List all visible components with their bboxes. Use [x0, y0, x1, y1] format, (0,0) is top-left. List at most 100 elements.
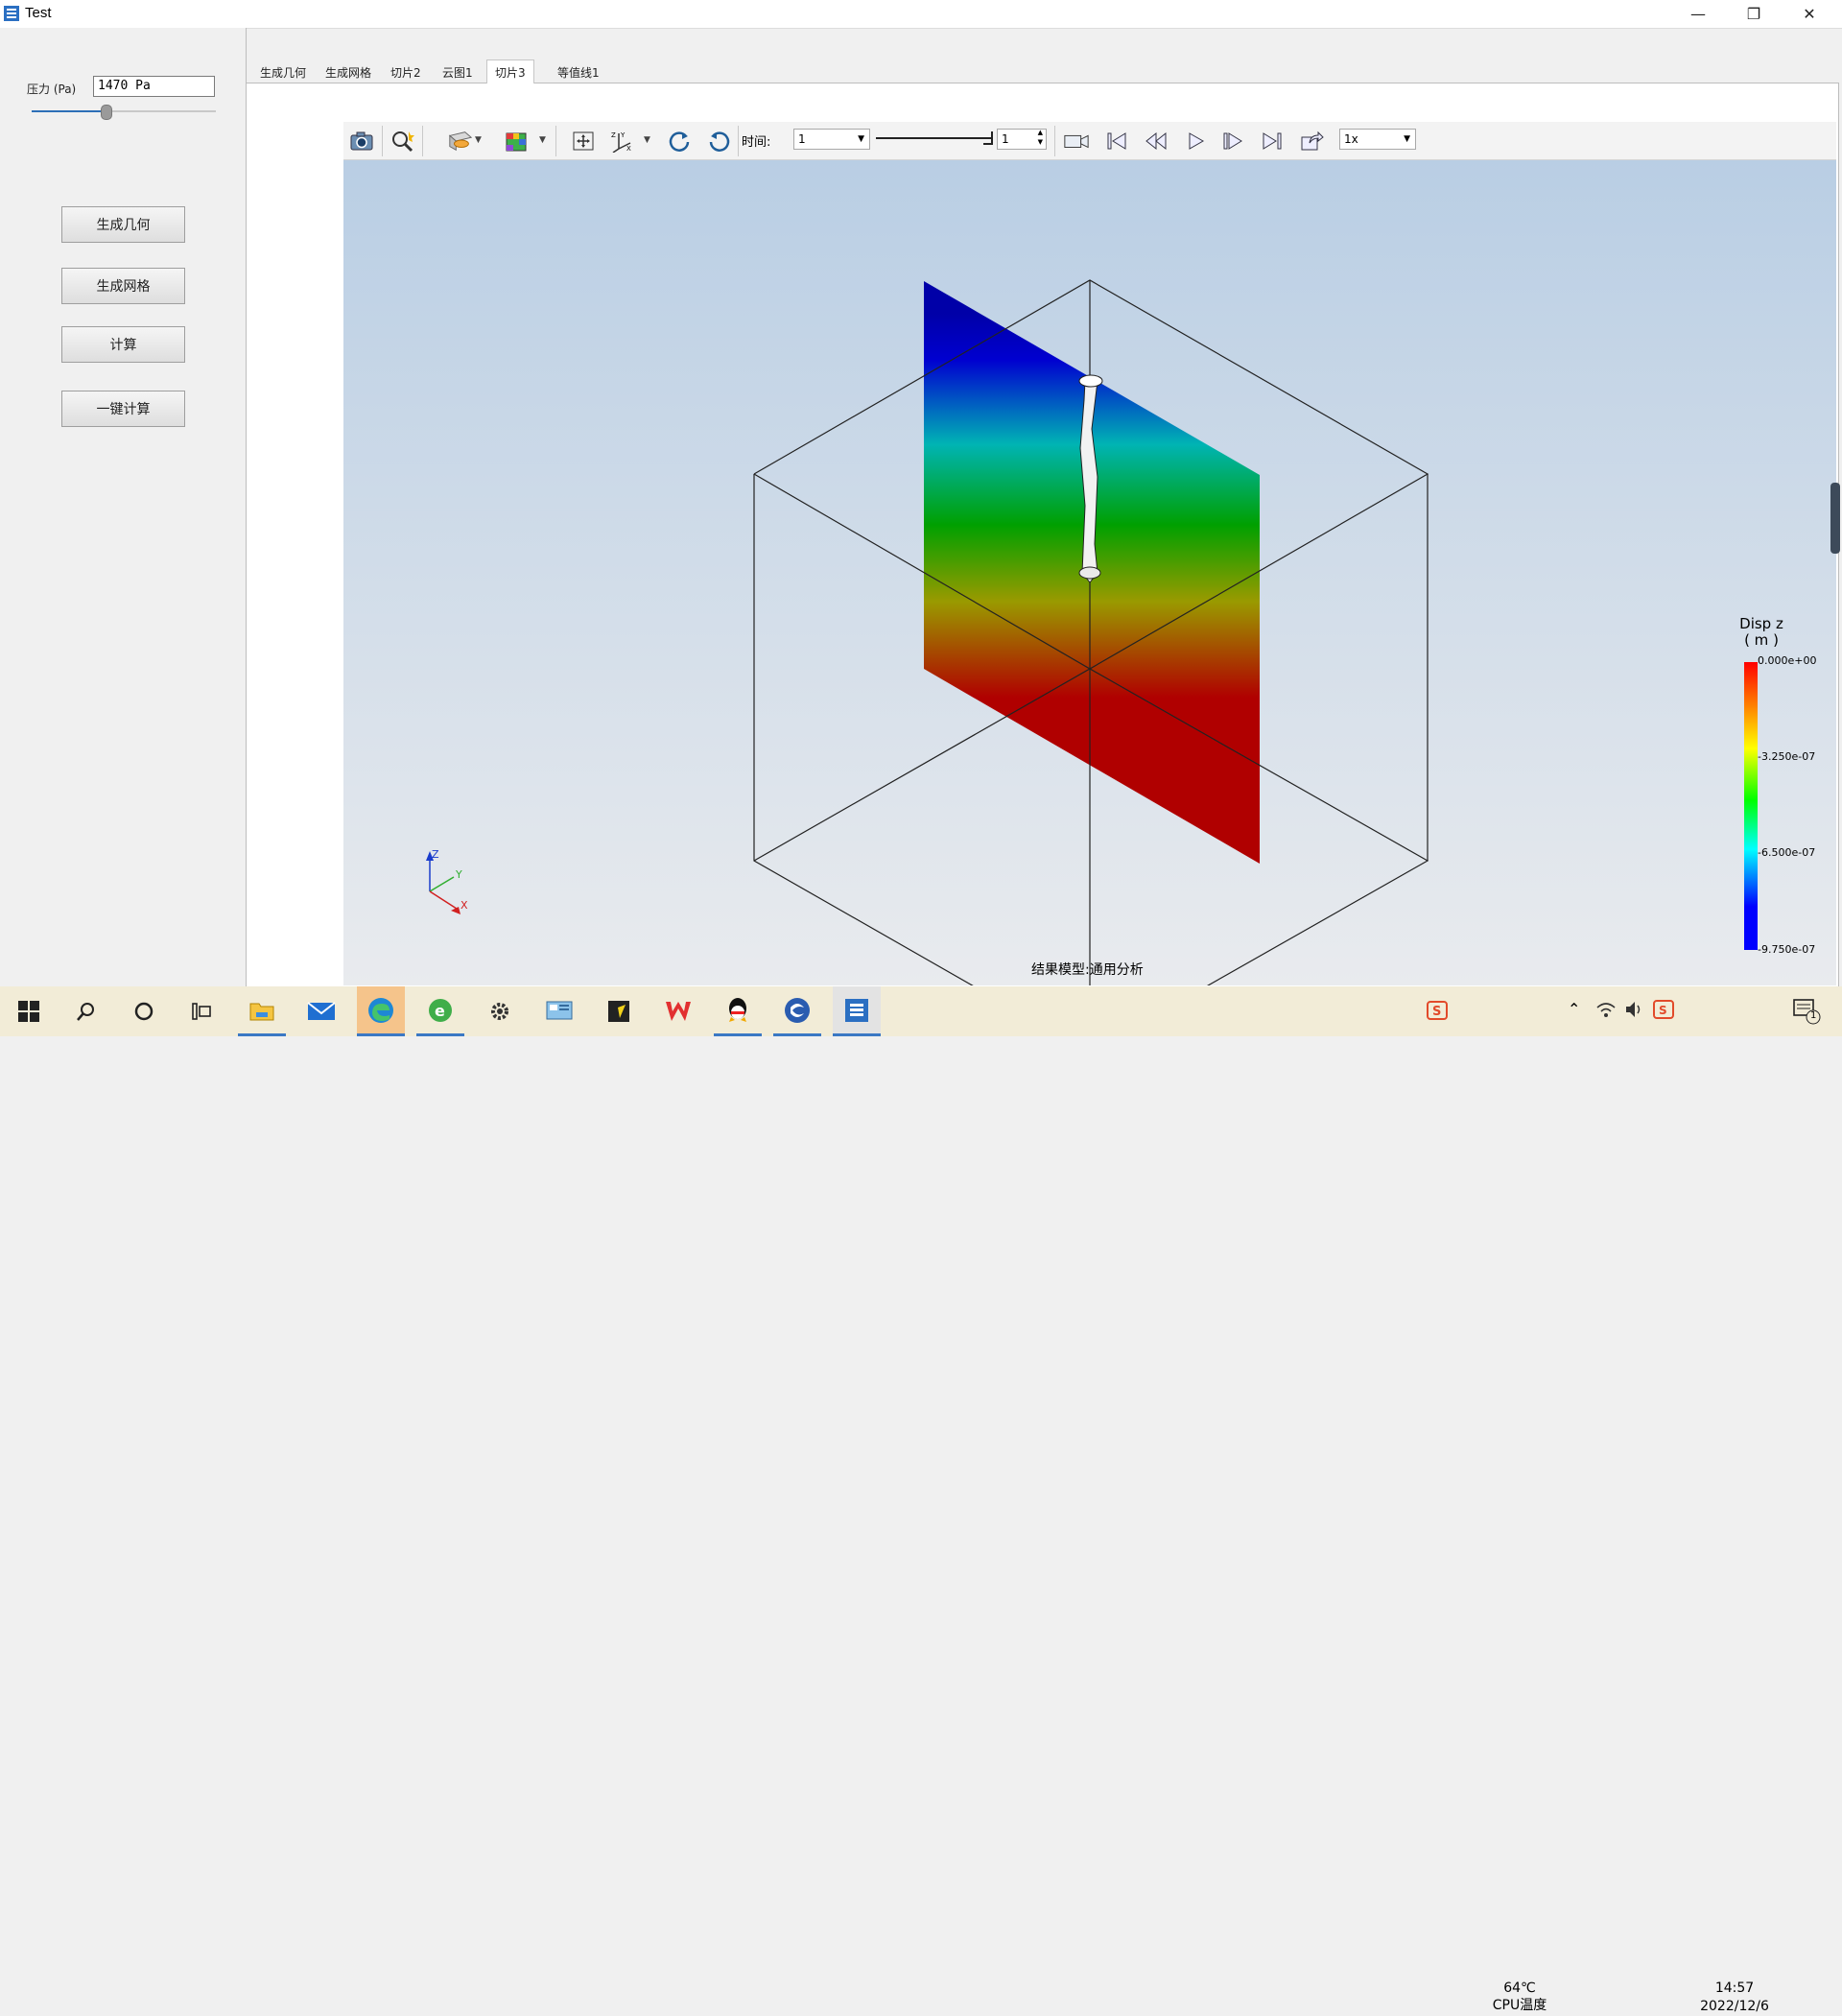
tab-bar: 生成几何 生成网格 切片2 云图1 切片3 等值线1	[247, 56, 1839, 83]
first-frame-icon[interactable]	[1103, 129, 1130, 154]
clock-date: 2022/12/6	[1700, 1999, 1769, 2014]
chevron-down-icon: ▼	[1404, 134, 1410, 144]
chevron-down-icon[interactable]: ▼	[475, 135, 482, 145]
control-panel-icon[interactable]	[535, 986, 583, 1036]
generate-mesh-button[interactable]: 生成网格	[61, 268, 185, 304]
cpu-temperature: 64℃ CPU温度	[1481, 1980, 1558, 2014]
export-icon[interactable]	[1298, 129, 1325, 154]
svg-text:S: S	[1659, 1004, 1667, 1017]
legend-tick: -6.500e-07	[1758, 846, 1816, 859]
time-slider-thumb[interactable]	[983, 131, 993, 145]
play-icon[interactable]	[1182, 129, 1209, 154]
toolbar-separator	[555, 126, 556, 156]
tab-slice-3[interactable]: 切片3	[486, 59, 534, 83]
time-label: 时间:	[742, 135, 771, 150]
screenshot-icon[interactable]	[348, 129, 375, 154]
3d-scene: Z Y X	[426, 279, 1429, 985]
toolbar-separator	[1054, 126, 1055, 156]
prev-frame-icon[interactable]	[1143, 129, 1169, 154]
pressure-input[interactable]: 1470 Pa	[93, 76, 215, 97]
speed-value: 1x	[1344, 132, 1358, 146]
rotate-cw-icon[interactable]	[666, 129, 693, 154]
model-label: 结果模型:通用分析	[1031, 962, 1144, 978]
test-app-taskbar-icon[interactable]	[833, 986, 881, 1036]
spin-arrows-icon[interactable]: ▲ ▼	[1038, 128, 1043, 147]
taskbar: e S 64℃ CPU温度 ⌃ S 14:57 2022/12/6 1	[0, 986, 1842, 2014]
scroll-handle[interactable]	[1830, 483, 1840, 554]
system-clock[interactable]: 14:57 2022/12/6	[1694, 1980, 1775, 2016]
axis-z-label: Z	[432, 848, 439, 861]
volume-icon[interactable]	[1623, 1000, 1644, 1023]
chevron-up-icon[interactable]: ⌃	[1568, 1000, 1580, 1018]
left-panel	[0, 28, 247, 985]
app-swirl-icon[interactable]	[773, 986, 821, 1036]
sogou-tray-icon[interactable]: S	[1653, 1000, 1674, 1023]
wps-office-icon[interactable]	[654, 986, 702, 1036]
close-button[interactable]: ✕	[1783, 0, 1836, 28]
zoom-icon[interactable]	[390, 129, 416, 154]
axis-y-label: Y	[455, 868, 462, 881]
legend-title: Disp z ( m )	[1735, 616, 1788, 649]
ie-browser-icon[interactable]: e	[416, 986, 464, 1036]
wifi-icon[interactable]	[1595, 1000, 1617, 1023]
step-spinbox[interactable]: 1 ▲ ▼	[997, 129, 1047, 150]
app-icon	[4, 6, 19, 21]
time-select[interactable]: 1 ▼	[793, 129, 870, 150]
svg-text:X: X	[626, 145, 631, 153]
chevron-down-icon[interactable]: ▼	[539, 135, 546, 145]
clock-time: 14:57	[1714, 1980, 1755, 1996]
minimize-button[interactable]: —	[1671, 0, 1725, 28]
tab-slice-2[interactable]: 切片2	[383, 61, 429, 83]
chevron-down-icon[interactable]: ▼	[644, 135, 650, 145]
generate-geometry-button[interactable]: 生成几何	[61, 206, 185, 243]
legend-tick: 0.000e+00	[1758, 654, 1817, 667]
3d-viewport[interactable]: Z Y X	[343, 160, 1836, 985]
qq-icon[interactable]	[714, 986, 762, 1036]
legend-title-line2: ( m )	[1744, 631, 1779, 649]
sogou-input-icon[interactable]: S	[1426, 1000, 1449, 1025]
tab-isoline-1[interactable]: 等值线1	[550, 61, 607, 83]
video-record-icon[interactable]	[1063, 129, 1090, 154]
axes-orientation-icon[interactable]: YX Z	[608, 129, 635, 154]
speed-select[interactable]: 1x ▼	[1339, 129, 1416, 150]
svg-text:e: e	[435, 1002, 445, 1020]
last-frame-icon[interactable]	[1259, 129, 1286, 154]
tab-generate-geometry[interactable]: 生成几何	[252, 61, 314, 83]
restore-button[interactable]: ❐	[1727, 0, 1781, 28]
next-frame-icon[interactable]	[1219, 129, 1246, 154]
notification-center-icon[interactable]: 1	[1792, 998, 1823, 1029]
settings-gear-icon[interactable]	[476, 986, 524, 1036]
compute-button[interactable]: 计算	[61, 326, 185, 363]
sticky-notes-icon[interactable]	[595, 986, 643, 1036]
rotate-ccw-icon[interactable]	[706, 129, 733, 154]
color-map-icon[interactable]	[503, 129, 530, 154]
edge-browser-icon[interactable]	[357, 986, 405, 1036]
chevron-down-icon: ▼	[858, 134, 864, 144]
axis-x-label: X	[460, 899, 468, 912]
svg-text:Y: Y	[620, 131, 626, 139]
one-click-compute-button[interactable]: 一键计算	[61, 391, 185, 427]
pressure-slider-fill	[32, 110, 106, 112]
time-slider[interactable]	[876, 137, 991, 139]
viewer-toolbar: ▼ ▼ YX Z ▼ 时间: 1 ▼ 1 ▲ ▼ 1x ▼	[343, 122, 1836, 160]
file-explorer-icon[interactable]	[238, 986, 286, 1036]
toolbar-separator	[382, 126, 383, 156]
notification-count: 1	[1810, 1010, 1817, 1021]
step-value: 1	[1002, 132, 1009, 146]
mail-icon[interactable]	[297, 986, 345, 1036]
search-icon[interactable]	[62, 986, 110, 1036]
toolbar-separator	[738, 126, 739, 156]
task-view-icon[interactable]	[177, 986, 225, 1036]
pressure-slider-thumb[interactable]	[100, 105, 112, 120]
clip-plane-icon[interactable]	[447, 129, 474, 154]
cortana-icon[interactable]	[120, 986, 168, 1036]
svg-text:Z: Z	[611, 131, 616, 139]
cpu-temp-label: CPU温度	[1492, 1998, 1547, 2013]
tab-generate-mesh[interactable]: 生成网格	[318, 61, 379, 83]
svg-text:S: S	[1432, 1005, 1441, 1019]
tab-contour-1[interactable]: 云图1	[435, 61, 481, 83]
cpu-temp-value: 64℃	[1503, 1980, 1536, 1996]
pressure-label: 压力 (Pa)	[27, 83, 77, 96]
windows-start-icon[interactable]	[5, 986, 53, 1036]
fit-view-icon[interactable]	[570, 129, 597, 154]
